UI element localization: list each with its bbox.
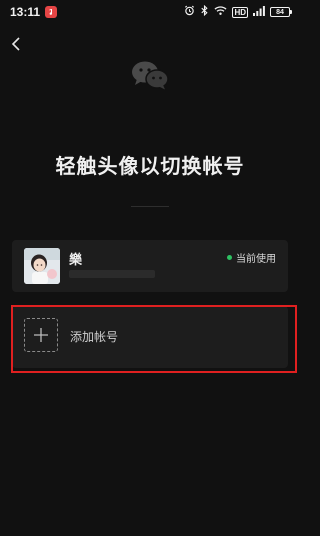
hd-badge: HD (232, 6, 248, 18)
signal-icon (253, 5, 265, 19)
music-app-notification-icon (45, 6, 58, 18)
status-right: HD 84 (184, 4, 292, 19)
title-divider (131, 206, 169, 207)
status-time: 13:11 (10, 5, 41, 19)
alarm-icon (184, 5, 195, 19)
avatar[interactable] (24, 248, 60, 284)
bluetooth-icon (200, 4, 209, 19)
account-name: 樂 (69, 253, 83, 268)
active-dot-icon (227, 255, 232, 260)
wechat-logo-icon (132, 61, 169, 90)
wifi-icon (214, 5, 227, 19)
status-bar: 13:11 HD 84 (0, 0, 300, 24)
account-item-current[interactable]: 樂 当前使用 (12, 240, 288, 292)
status-left: 13:11 (10, 5, 58, 19)
current-account-badge: 当前使用 (227, 250, 276, 265)
battery-icon: 84 (270, 7, 292, 17)
page-title: 轻触头像以切换帐号 (55, 154, 245, 178)
account-id-placeholder (69, 270, 155, 278)
chevron-left-icon (11, 37, 20, 51)
current-account-label: 当前使用 (236, 254, 276, 265)
add-account-highlight (11, 305, 297, 373)
back-button[interactable] (6, 34, 26, 54)
battery-level: 84 (276, 8, 284, 16)
